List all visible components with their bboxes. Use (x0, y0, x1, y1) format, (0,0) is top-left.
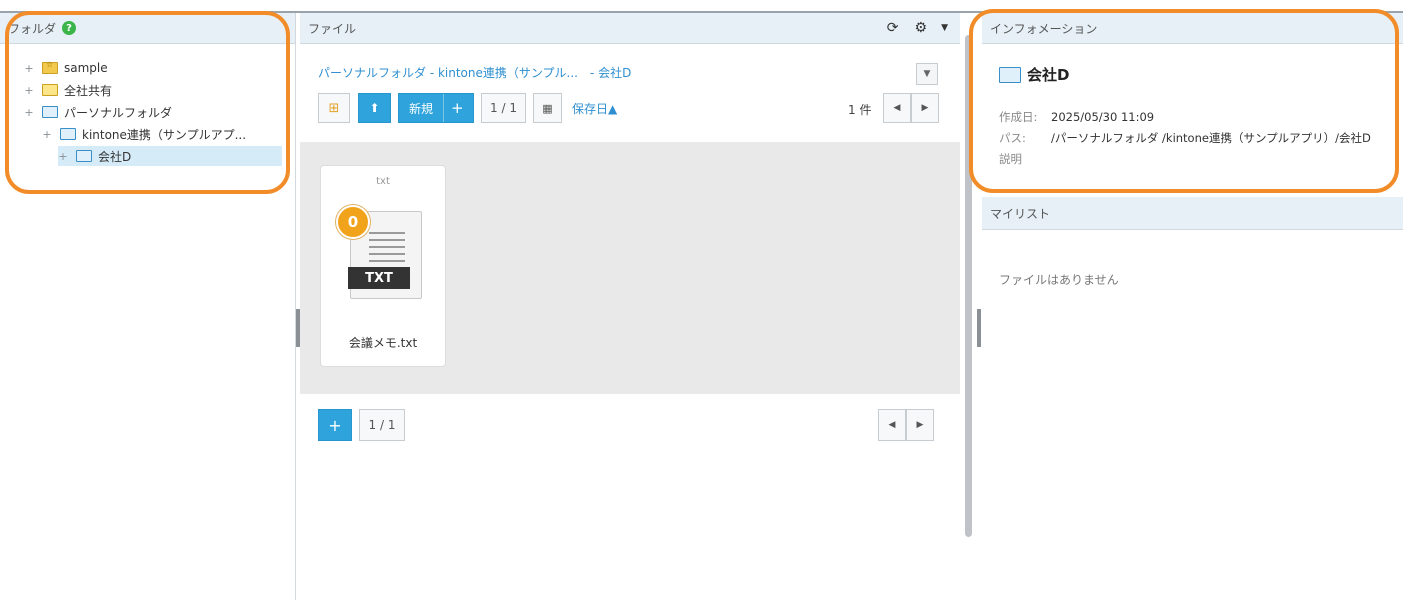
page-indicator: 1 / 1 (481, 93, 526, 123)
file-type-label: TXT (348, 267, 410, 289)
breadcrumb[interactable]: パーソナルフォルダ - kintone連携（サンプル... - 会社D (318, 64, 631, 81)
tree-label: 全社共有 (64, 83, 113, 98)
file-count: 1 件 (848, 103, 872, 117)
mylist-title: マイリスト (990, 206, 1051, 221)
mylist-panel: マイリスト (982, 197, 1403, 230)
file-card[interactable]: txt TXT 0 会議メモ.txt (320, 165, 446, 367)
right-splitter-handle[interactable] (977, 309, 981, 347)
add-file-button[interactable]: + (318, 409, 352, 441)
info-path-row: パス: /パーソナルフォルダ /kintone連携（サンプルアプリ）/会社D (999, 130, 1371, 146)
folder-blue-icon (60, 128, 76, 140)
prev-page-button[interactable]: ◀ (883, 93, 911, 123)
prev-icon: ◀ (893, 103, 901, 113)
file-panel-title: ファイル (308, 21, 357, 36)
mylist-header: マイリスト (982, 197, 1403, 230)
bottom-prev-button[interactable]: ◀ (878, 409, 906, 441)
tree-toggle-button[interactable]: ⊞ (318, 93, 350, 123)
tree-label: kintone連携（サンプルアプ... (82, 127, 247, 142)
created-value: 2025/05/30 11:09 (1051, 110, 1155, 124)
upload-button[interactable]: ⬆ (358, 93, 391, 123)
sort-by-date-link[interactable]: 保存日▲ (572, 93, 626, 123)
expand-icon[interactable]: + (58, 150, 68, 163)
expand-icon[interactable]: + (24, 84, 34, 97)
sample-folder-icon (42, 60, 58, 74)
new-button[interactable]: 新規 + (398, 93, 474, 123)
tree-node-shared[interactable]: + 全社共有 (24, 80, 112, 100)
file-grid: txt TXT 0 会議メモ.txt (300, 142, 960, 394)
tree-node-company-d[interactable]: + 会社D (58, 146, 282, 166)
info-created-row: 作成日: 2025/05/30 11:09 (999, 109, 1154, 125)
file-extension: txt (376, 176, 390, 187)
file-panel: ファイル ⟳ ⚙ ▼ パーソナルフォルダ - kintone連携（サンプル...… (300, 13, 960, 600)
folder-blue-icon (999, 66, 1021, 83)
view-toggle-button[interactable]: ▦ (533, 93, 562, 123)
new-label: 新規 (409, 101, 434, 116)
folder-panel-title: フォルダ (8, 21, 57, 36)
folder-panel-header: フォルダ ? (0, 13, 295, 44)
info-panel: インフォメーション 会社D 作成日: 2025/05/30 11:09 パス: /パ… (982, 13, 1403, 600)
tree-label: sample (64, 61, 108, 75)
description-label: 説明 (999, 152, 1022, 166)
prev-icon: ◀ (888, 420, 896, 430)
tree-node-kintone[interactable]: + kintone連携（サンプルアプ... (42, 124, 246, 144)
tree-label: 会社D (98, 149, 132, 164)
gear-icon[interactable]: ⚙ (915, 20, 928, 36)
grid-view-icon: ▦ (542, 101, 553, 115)
next-icon: ▶ (916, 420, 924, 430)
bottom-next-button[interactable]: ▶ (906, 409, 934, 441)
file-panel-header: ファイル ⟳ ⚙ ▼ (300, 13, 960, 44)
tree-label: パーソナルフォルダ (64, 105, 173, 120)
folder-blue-icon (42, 106, 58, 118)
file-panel-scrollbar[interactable] (965, 35, 972, 537)
refresh-icon[interactable]: ⟳ (887, 20, 899, 36)
upload-arrow-icon: ⬆ (369, 101, 380, 115)
mylist-empty-message: ファイルはありません (999, 273, 1119, 287)
info-description-row: 説明 (999, 151, 1051, 167)
bottom-page-indicator: 1 / 1 (359, 409, 405, 441)
info-folder-name: 会社D (1027, 66, 1070, 84)
info-folder-title: 会社D (999, 64, 1069, 85)
breadcrumb-dropdown-button[interactable]: ▼ (916, 63, 938, 85)
next-icon: ▶ (921, 103, 929, 113)
file-name: 会議メモ.txt (348, 336, 418, 350)
help-icon[interactable]: ? (62, 21, 77, 35)
version-badge: 0 (336, 205, 370, 239)
tree-node-sample[interactable]: + sample (24, 58, 108, 78)
path-label: パス: (999, 131, 1026, 145)
folder-blue-icon (76, 150, 92, 162)
tree-node-personal[interactable]: + パーソナルフォルダ (24, 102, 172, 122)
created-label: 作成日: (999, 110, 1038, 124)
caret-down-icon[interactable]: ▼ (941, 23, 948, 33)
info-panel-title: インフォメーション (990, 21, 1098, 36)
expand-icon[interactable]: + (24, 62, 34, 75)
next-page-button[interactable]: ▶ (911, 93, 939, 123)
folder-icon (42, 84, 58, 96)
tree-view-icon: ⊞ (328, 100, 340, 116)
info-panel-header: インフォメーション (982, 13, 1403, 44)
path-value: /パーソナルフォルダ /kintone連携（サンプルアプリ）/会社D (1051, 131, 1371, 145)
plus-icon: + (451, 99, 464, 117)
expand-icon[interactable]: + (42, 128, 52, 141)
expand-icon[interactable]: + (24, 106, 34, 119)
